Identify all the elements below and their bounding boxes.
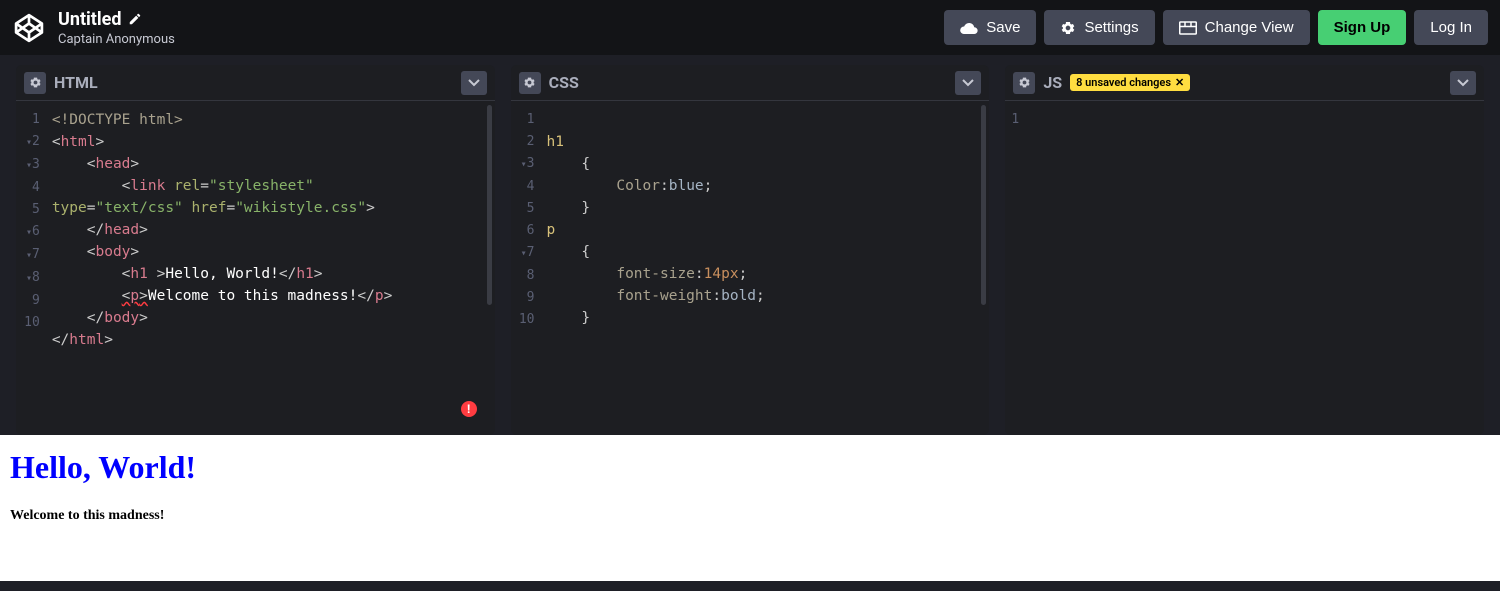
project-author: Captain Anonymous bbox=[58, 32, 175, 47]
change-view-label: Change View bbox=[1205, 19, 1294, 36]
css-editor-title: CSS bbox=[549, 73, 579, 92]
error-indicator-icon[interactable]: ! bbox=[461, 401, 477, 417]
html-gutter: 1▾2▾345▾6▾7▾8910 bbox=[16, 101, 48, 435]
js-settings-icon[interactable] bbox=[1013, 72, 1035, 94]
output-paragraph: Welcome to this madness! bbox=[10, 508, 1490, 524]
project-title[interactable]: Untitled bbox=[58, 9, 122, 30]
js-gutter: 1 bbox=[1005, 101, 1027, 435]
css-collapse-button[interactable] bbox=[955, 71, 981, 95]
header-left: Untitled Captain Anonymous bbox=[12, 9, 175, 47]
html-editor-body[interactable]: 1▾2▾345▾6▾7▾8910 <!DOCTYPE html> <html> … bbox=[16, 101, 495, 435]
save-label: Save bbox=[986, 19, 1020, 36]
output-heading: Hello, World! bbox=[10, 449, 1490, 486]
codepen-logo-icon[interactable] bbox=[12, 11, 46, 45]
html-scrollbar[interactable] bbox=[487, 105, 492, 305]
output-preview: Hello, World! Welcome to this madness! bbox=[0, 435, 1500, 581]
html-editor: HTML 1▾2▾345▾6▾7▾8910 <!DOCTYPE html> <h… bbox=[16, 65, 495, 435]
login-button[interactable]: Log In bbox=[1414, 10, 1488, 45]
edit-title-icon[interactable] bbox=[128, 12, 142, 26]
layout-icon bbox=[1179, 21, 1197, 35]
badge-text: 8 unsaved changes bbox=[1076, 76, 1171, 89]
cloud-icon bbox=[960, 21, 978, 35]
save-button[interactable]: Save bbox=[944, 10, 1036, 45]
header-actions: Save Settings Change View Sign Up Log In bbox=[944, 10, 1488, 45]
project-title-block: Untitled Captain Anonymous bbox=[58, 9, 175, 47]
login-label: Log In bbox=[1430, 19, 1472, 36]
js-editor-title: JS bbox=[1043, 73, 1062, 92]
css-editor-body[interactable]: 12▾3456▾78910 h1 { Color:blue; } p { fon… bbox=[511, 101, 990, 435]
js-collapse-button[interactable] bbox=[1450, 71, 1476, 95]
css-gutter: 12▾3456▾78910 bbox=[511, 101, 543, 435]
js-code[interactable] bbox=[1027, 101, 1484, 435]
gear-icon bbox=[1060, 20, 1076, 36]
signup-label: Sign Up bbox=[1334, 19, 1391, 36]
editors-row: HTML 1▾2▾345▾6▾7▾8910 <!DOCTYPE html> <h… bbox=[0, 55, 1500, 435]
change-view-button[interactable]: Change View bbox=[1163, 10, 1310, 45]
html-code[interactable]: <!DOCTYPE html> <html> <head> <link rel=… bbox=[48, 101, 495, 435]
close-badge-icon[interactable]: ✕ bbox=[1175, 76, 1184, 89]
unsaved-changes-badge[interactable]: 8 unsaved changes ✕ bbox=[1070, 74, 1190, 91]
signup-button[interactable]: Sign Up bbox=[1318, 10, 1407, 45]
html-editor-title: HTML bbox=[54, 73, 98, 92]
css-scrollbar[interactable] bbox=[981, 105, 986, 305]
css-editor: CSS 12▾3456▾78910 h1 { Color:blue; } p {… bbox=[511, 65, 990, 435]
js-editor: JS 8 unsaved changes ✕ 1 bbox=[1005, 65, 1484, 435]
css-settings-icon[interactable] bbox=[519, 72, 541, 94]
css-editor-header: CSS bbox=[511, 65, 990, 101]
app-header: Untitled Captain Anonymous Save Settings… bbox=[0, 0, 1500, 55]
css-code[interactable]: h1 { Color:blue; } p { font-size:14px; f… bbox=[543, 101, 990, 435]
settings-button[interactable]: Settings bbox=[1044, 10, 1154, 45]
js-editor-body[interactable]: 1 bbox=[1005, 101, 1484, 435]
html-editor-header: HTML bbox=[16, 65, 495, 101]
js-editor-header: JS 8 unsaved changes ✕ bbox=[1005, 65, 1484, 101]
html-settings-icon[interactable] bbox=[24, 72, 46, 94]
settings-label: Settings bbox=[1084, 19, 1138, 36]
html-collapse-button[interactable] bbox=[461, 71, 487, 95]
